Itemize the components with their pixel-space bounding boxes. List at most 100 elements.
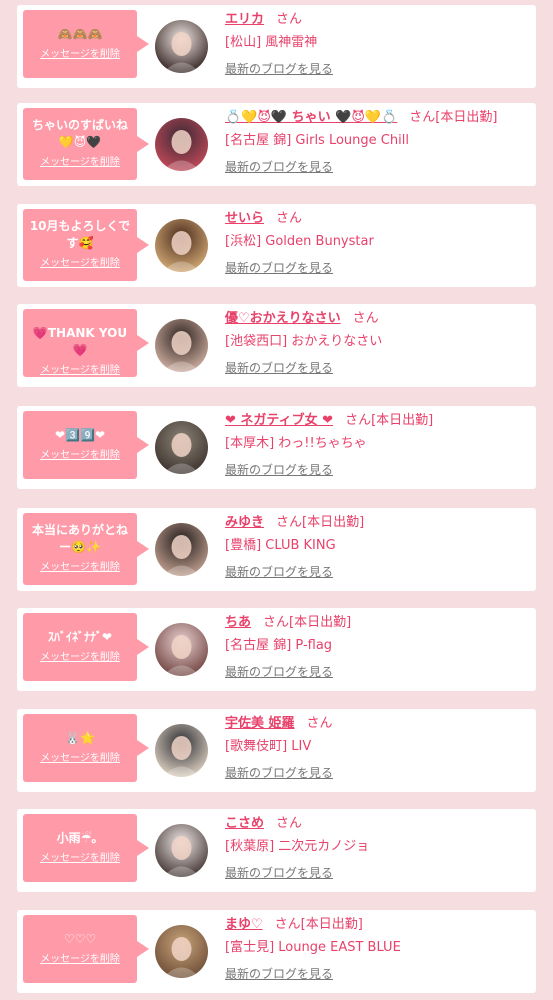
avatar[interactable] <box>155 623 208 676</box>
cast-name-link[interactable]: 宇佐美 姫羅 <box>225 716 295 731</box>
cast-name-link[interactable]: みゆき <box>225 515 264 530</box>
attendance-status: [本日出勤] <box>371 413 434 428</box>
message-bubble: 10月もよろしくです🥰 メッセージを削除 <box>23 209 149 281</box>
cast-info: 優♡おかえりなさい さん [池袋西口] おかえりなさい 最新のブログを見る <box>225 310 530 376</box>
message-text: 🙈🙈🙈 <box>57 27 103 41</box>
latest-blog-link[interactable]: 最新のブログを見る <box>225 359 333 376</box>
honorific: さん <box>276 211 303 226</box>
attendance-status: [本日出勤] <box>435 110 498 125</box>
cast-info: まゆ♡ さん[本日出勤] [富士見] Lounge EAST BLUE 最新のブロ… <box>225 916 530 982</box>
latest-blog-link[interactable]: 最新のブログを見る <box>225 158 333 175</box>
delete-message-link[interactable]: メッセージを削除 <box>23 49 137 61</box>
message-bubble: ❤3️⃣9️⃣❤ メッセージを削除 <box>23 411 149 479</box>
shop-name: [富士見] Lounge EAST BLUE <box>225 940 401 955</box>
honorific: さん <box>306 716 333 731</box>
message-bubble: 本当にありがとねー🥺✨ メッセージを削除 <box>23 513 149 585</box>
shop-name: [本厚木] わっ!!ちゃちゃ <box>225 436 367 451</box>
message-text: 10月もよろしくです🥰 <box>29 219 131 250</box>
shop-name: [豊橋] CLUB KING <box>225 538 336 553</box>
cast-info: ❤ ネガティブ女 ❤ さん[本日出勤] [本厚木] わっ!!ちゃちゃ 最新のブログ… <box>225 412 530 478</box>
avatar[interactable] <box>155 724 208 777</box>
message-card: ちゃいのすばいね💛😈🖤 メッセージを削除 💍💛😈🖤 ちゃい 🖤😈💛💍 さん[本日出… <box>17 103 536 186</box>
message-card: 💗THANK YOU💗 メッセージを削除 優♡おかえりなさい さん [池袋西口]… <box>17 304 536 387</box>
message-text: ♡♡♡ <box>63 932 97 946</box>
avatar-photo <box>155 20 208 73</box>
message-bubble: 🙈🙈🙈 メッセージを削除 <box>23 10 149 78</box>
shop-name: [浜松] Golden Bunystar <box>225 234 374 249</box>
message-text: 小雨☔。 <box>56 831 104 845</box>
shop-name: [歌舞伎町] LIV <box>225 739 312 754</box>
message-card: ｽﾊﾞｲﾈﾞﾅﾅﾞ❤ メッセージを削除 ちあさん[本日出勤] [名古屋 錦] <box>17 608 536 691</box>
honorific: さん <box>352 311 379 326</box>
message-text: 🐰🌟 <box>65 731 95 745</box>
avatar-photo <box>155 118 208 171</box>
cast-info: こさめ さん [秋葉原] 二次元カノジョ 最新のブログを見る <box>225 815 530 881</box>
cast-name-link[interactable]: 💍💛😈🖤 ちゃい 🖤😈💛💍 <box>225 110 397 125</box>
avatar[interactable] <box>155 824 208 877</box>
honorific: さん <box>276 816 303 831</box>
delete-message-link[interactable]: メッセージを削除 <box>23 365 137 377</box>
cast-name-link[interactable]: せいら <box>225 211 264 226</box>
delete-message-link[interactable]: メッセージを削除 <box>23 753 137 765</box>
message-bubble: 🐰🌟 メッセージを削除 <box>23 714 149 782</box>
message-card: 🙈🙈🙈 メッセージを削除 エリカ さん [松山] 風神雷神 最新のブログを見る <box>17 5 536 88</box>
message-card: 🐰🌟 メッセージを削除 宇佐美 姫羅 さん [歌舞伎町] LIV 最新のブログを… <box>17 709 536 792</box>
cast-name-link[interactable]: こさめ <box>225 816 264 831</box>
honorific: さん <box>276 515 303 530</box>
honorific: さん <box>274 917 301 932</box>
latest-blog-link[interactable]: 最新のブログを見る <box>225 461 333 478</box>
delete-message-link[interactable]: メッセージを削除 <box>23 562 137 574</box>
attendance-status: [本日出勤] <box>300 917 363 932</box>
message-bubble: 小雨☔。 メッセージを削除 <box>23 814 149 882</box>
shop-name: [松山] 風神雷神 <box>225 35 318 50</box>
message-bubble: ｽﾊﾞｲﾈﾞﾅﾅﾞ❤ メッセージを削除 <box>23 613 149 681</box>
latest-blog-link[interactable]: 最新のブログを見る <box>225 563 333 580</box>
avatar[interactable] <box>155 421 208 474</box>
delete-message-link[interactable]: メッセージを削除 <box>23 853 137 865</box>
avatar[interactable] <box>155 523 208 576</box>
message-card: ❤3️⃣9️⃣❤ メッセージを削除 ❤ ネガティブ女 ❤さん[本日出勤] [本 <box>17 406 536 489</box>
avatar[interactable] <box>155 118 208 171</box>
latest-blog-link[interactable]: 最新のブログを見る <box>225 965 333 982</box>
avatar[interactable] <box>155 219 208 272</box>
honorific: さん <box>276 12 303 27</box>
message-text: ｽﾊﾞｲﾈﾞﾅﾅﾞ❤ <box>47 630 113 644</box>
delete-message-link[interactable]: メッセージを削除 <box>23 652 137 664</box>
cast-info: みゆき さん[本日出勤] [豊橋] CLUB KING 最新のブログを見る <box>225 514 530 580</box>
message-card: ♡♡♡ メッセージを削除 まゆ♡さん[本日出勤] [富士見] Lounge E <box>17 910 536 993</box>
message-bubble: ちゃいのすばいね💛😈🖤 メッセージを削除 <box>23 108 149 180</box>
shop-name: [池袋西口] おかえりなさい <box>225 334 383 349</box>
avatar-photo <box>155 219 208 272</box>
message-text: ❤3️⃣9️⃣❤ <box>55 428 105 442</box>
attendance-status: [本日出勤] <box>302 515 365 530</box>
delete-message-link[interactable]: メッセージを削除 <box>23 450 137 462</box>
latest-blog-link[interactable]: 最新のブログを見る <box>225 259 333 276</box>
avatar[interactable] <box>155 319 208 372</box>
avatar-photo <box>155 724 208 777</box>
avatar-photo <box>155 523 208 576</box>
shop-name: [名古屋 錦] P-flag <box>225 638 333 653</box>
delete-message-link[interactable]: メッセージを削除 <box>23 954 137 966</box>
message-bubble: 💗THANK YOU💗 メッセージを削除 <box>23 309 149 377</box>
latest-blog-link[interactable]: 最新のブログを見る <box>225 864 333 881</box>
avatar-photo <box>155 421 208 474</box>
honorific: さん <box>409 110 436 125</box>
cast-name-link[interactable]: ❤ ネガティブ女 ❤ <box>225 413 333 428</box>
latest-blog-link[interactable]: 最新のブログを見る <box>225 663 333 680</box>
cast-name-link[interactable]: 優♡おかえりなさい <box>225 311 341 326</box>
cast-name-link[interactable]: まゆ♡ <box>225 917 263 932</box>
latest-blog-link[interactable]: 最新のブログを見る <box>225 764 333 781</box>
honorific: さん <box>263 615 290 630</box>
message-text: 💗THANK YOU💗 <box>32 326 128 357</box>
cast-name-link[interactable]: ちあ <box>225 615 251 630</box>
message-card: 10月もよろしくです🥰 メッセージを削除 せいらさん [浜松] Golden <box>17 204 536 287</box>
delete-message-link[interactable]: メッセージを削除 <box>23 258 137 270</box>
avatar[interactable] <box>155 20 208 73</box>
cast-name-link[interactable]: エリカ <box>225 12 264 27</box>
avatar[interactable] <box>155 925 208 978</box>
delete-message-link[interactable]: メッセージを削除 <box>23 157 137 169</box>
message-card: 小雨☔。 メッセージを削除 こさめ さん [秋葉原] 二次元カノジョ 最新のブロ… <box>17 809 536 892</box>
latest-blog-link[interactable]: 最新のブログを見る <box>225 60 333 77</box>
cast-info: エリカ さん [松山] 風神雷神 最新のブログを見る <box>225 11 530 77</box>
avatar-photo <box>155 319 208 372</box>
